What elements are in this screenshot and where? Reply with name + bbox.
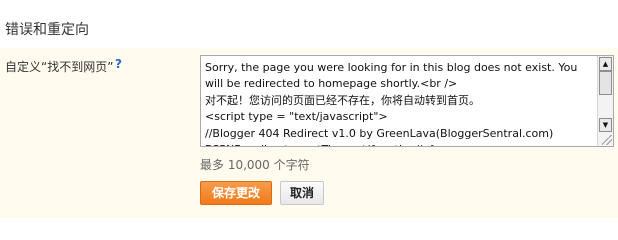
scrollbar-thumb[interactable] <box>599 71 612 95</box>
section-title: 错误和重定向 <box>5 22 89 38</box>
custom-404-label: 自定义“找不到网页” <box>5 60 114 74</box>
help-icon[interactable]: ? <box>115 57 122 71</box>
custom-404-textarea[interactable]: Sorry, the page you were looking for in … <box>200 55 614 147</box>
save-changes-button[interactable]: 保存更改 <box>200 181 272 205</box>
scroll-down-arrow-icon[interactable]: ▼ <box>599 118 612 132</box>
textarea-scrollbar[interactable]: ▲ ▼ <box>597 56 613 146</box>
custom-404-panel: 自定义“找不到网页” ? Sorry, the page you were lo… <box>0 48 618 218</box>
char-limit-hint: 最多 10,000 个字符 <box>200 158 310 172</box>
scroll-up-arrow-icon[interactable]: ▲ <box>599 57 612 71</box>
resize-grip-icon[interactable] <box>602 135 612 145</box>
textarea-content[interactable]: Sorry, the page you were looking for in … <box>205 60 597 146</box>
cancel-button[interactable]: 取消 <box>280 181 324 205</box>
